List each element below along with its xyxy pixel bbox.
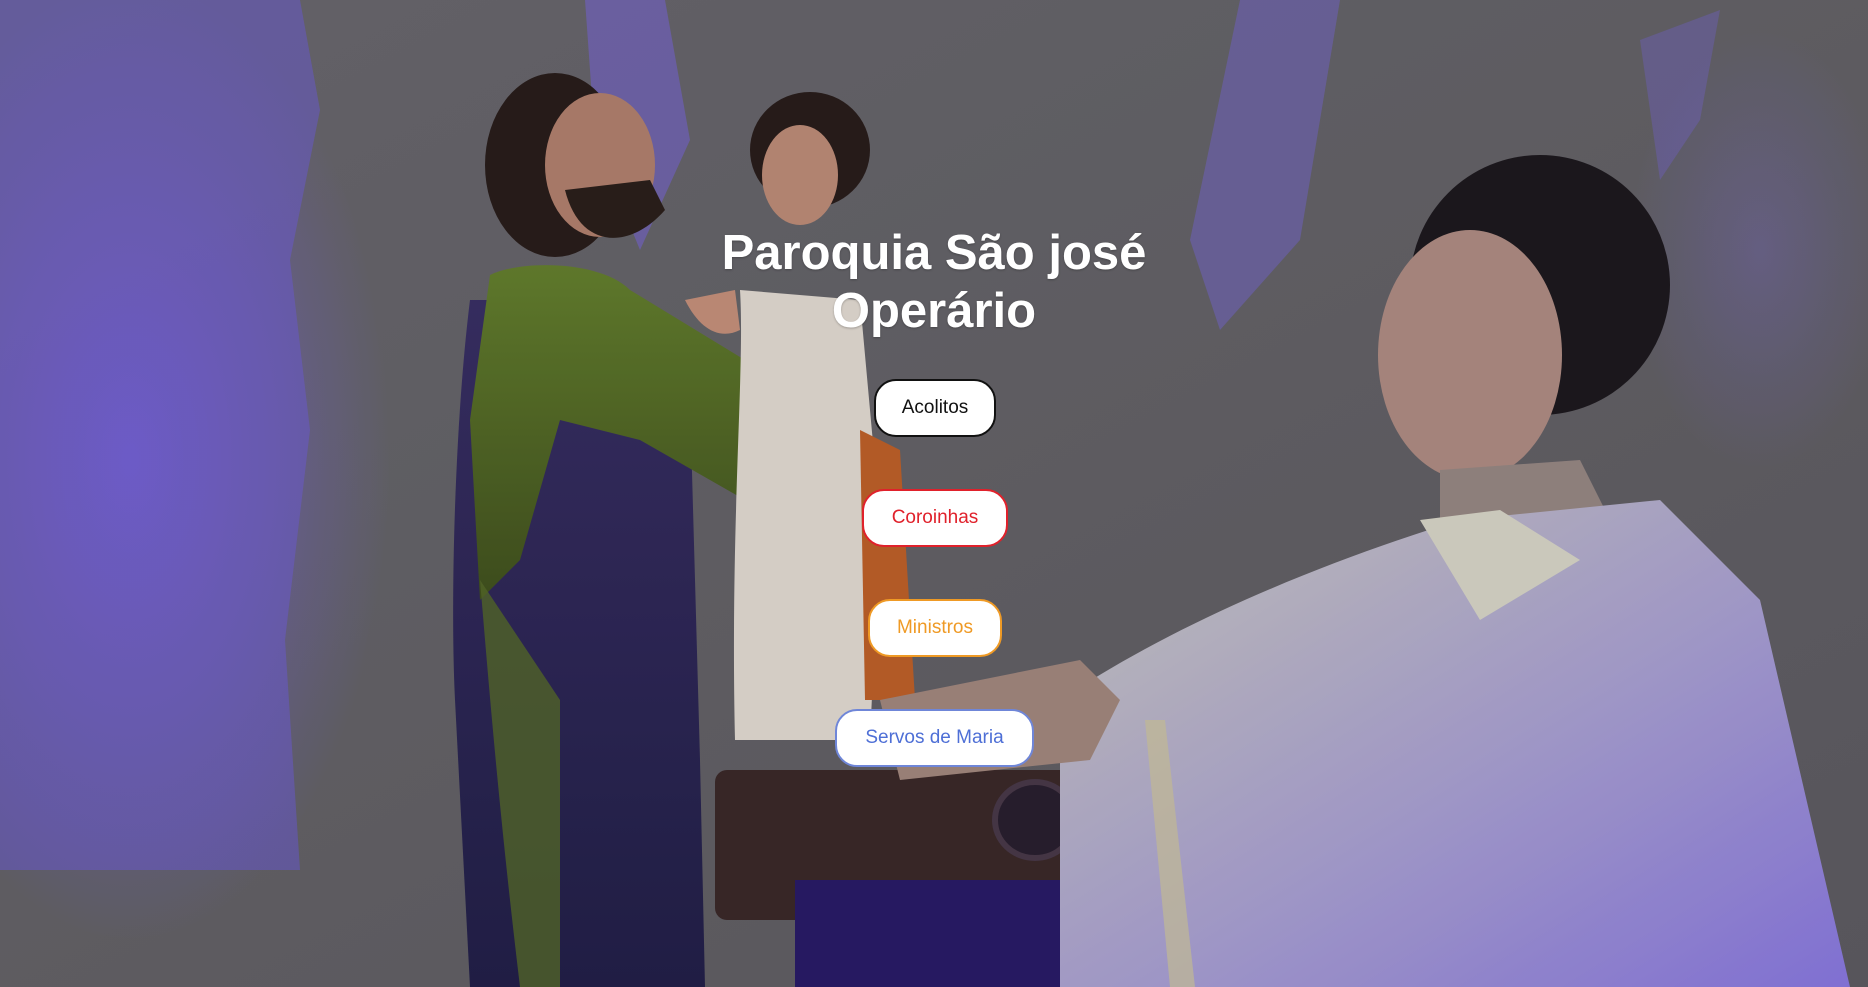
acolitos-button[interactable]: Acolitos [874,379,996,437]
coroinhas-button[interactable]: Coroinhas [862,489,1008,547]
ministros-button[interactable]: Ministros [868,599,1002,657]
servos-de-maria-button[interactable]: Servos de Maria [835,709,1034,767]
hero-section: Paroquia São josé Operário Acolitos Coro… [0,0,1868,987]
page-title: Paroquia São josé Operário [721,226,1147,338]
